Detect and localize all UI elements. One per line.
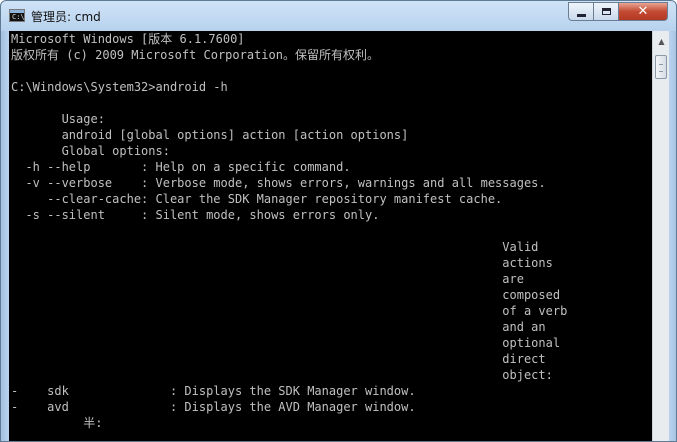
console-line: and an <box>11 320 546 334</box>
console-line: -h --help : Help on a specific command. <box>11 160 351 174</box>
minimize-icon <box>576 13 586 17</box>
console-line: actions <box>11 256 553 270</box>
console-line: -s --silent : Silent mode, shows errors … <box>11 208 380 222</box>
console-line: C:\Windows\System32>android -h <box>11 80 228 94</box>
vertical-scrollbar[interactable]: ▲ <box>652 31 669 441</box>
console-line: Usage: <box>11 112 105 126</box>
console-line: Microsoft Windows [版本 6.1.7600] <box>11 32 245 46</box>
console-line: - sdk : Displays the SDK Manager window. <box>11 384 416 398</box>
window-title: 管理员: cmd <box>31 10 101 24</box>
cmd-app-icon[interactable]: C:\ <box>9 9 25 22</box>
console-line: optional <box>11 336 561 350</box>
console-line: android [global options] action [action … <box>11 128 409 142</box>
console-output[interactable]: Microsoft Windows [版本 6.1.7600] 版权所有 (c)… <box>9 31 652 441</box>
close-button[interactable]: ✕ <box>618 2 668 21</box>
title-bar[interactable]: C:\ 管理员: cmd ✕ <box>1 1 676 31</box>
console-line: 版权所有 (c) 2009 Microsoft Corporation。保留所有… <box>11 48 379 62</box>
close-icon: ✕ <box>637 4 649 19</box>
console-line: - avd : Displays the AVD Manager window. <box>11 400 416 414</box>
console-line: are <box>11 272 524 286</box>
maximize-button[interactable] <box>593 2 619 21</box>
console-line: 半: <box>11 416 103 430</box>
window-frame-right <box>669 31 676 441</box>
minimize-button[interactable] <box>568 2 594 21</box>
scroll-up-arrow-icon[interactable]: ▲ <box>654 33 669 49</box>
app-icon-glyph: C:\ <box>12 13 25 21</box>
scrollbar-thumb[interactable] <box>655 55 667 79</box>
console-line: composed <box>11 288 561 302</box>
console-line: direct <box>11 352 546 366</box>
cmd-window: C:\ 管理员: cmd ✕ Microsoft Windows [版本 6.1… <box>0 0 677 442</box>
console-line: -v --verbose : Verbose mode, shows error… <box>11 176 546 190</box>
console-line: Valid <box>11 240 539 254</box>
maximize-icon <box>601 8 611 15</box>
console-line: Global options: <box>11 144 170 158</box>
console-line: --clear-cache: Clear the SDK Manager rep… <box>11 192 503 206</box>
console-line: of a verb <box>11 304 568 318</box>
window-frame-left <box>1 31 9 441</box>
console-line: object: <box>11 368 553 382</box>
